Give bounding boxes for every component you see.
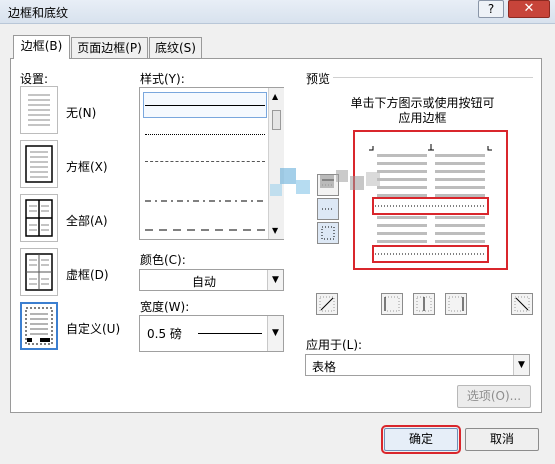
diagonal-up-button[interactable] [511,293,533,315]
preview-hint-line2: 应用边框 [398,111,447,125]
right-border-button[interactable] [445,293,467,315]
width-label: 宽度(W): [140,300,190,314]
cancel-button[interactable]: 取消 [465,428,539,451]
color-value: 自动 [191,275,216,289]
help-button[interactable]: ? [478,0,504,18]
tab-page-border[interactable]: 页面边框(P) [71,37,148,58]
preview-label: 预览 [306,72,331,86]
line-style-dotted[interactable] [145,134,265,135]
scroll-thumb[interactable] [272,110,281,130]
window-title: 边框和底纹 [8,6,69,20]
chevron-down-icon[interactable]: ▼ [267,270,283,290]
border-all-icon[interactable] [20,194,58,242]
border-none-icon[interactable] [20,86,58,134]
width-value: 0.5 磅 [147,327,182,341]
width-select[interactable]: 0.5 磅 ▼ [139,315,284,352]
setting-box-label[interactable]: 方框(X) [66,158,108,175]
scroll-down-icon[interactable]: ▼ [272,226,278,235]
watermark-blur [250,160,400,220]
diagonal-down-button[interactable] [316,293,338,315]
width-sample-line [198,333,262,334]
chevron-down-icon[interactable]: ▼ [267,316,283,351]
line-style-dash-dot[interactable] [145,192,265,206]
close-button[interactable]: ✕ [508,0,550,18]
options-button[interactable]: 选项(O)... [457,385,531,408]
setting-grid-label[interactable]: 虚框(D) [66,266,109,283]
setting-all-label[interactable]: 全部(A) [66,212,108,229]
preview-separator [333,77,533,78]
tab-shading[interactable]: 底纹(S) [149,37,202,58]
line-style-long-dash[interactable] [145,221,265,235]
line-style-solid[interactable] [145,105,265,106]
setting-custom-label[interactable]: 自定义(U) [66,320,120,337]
style-label: 样式(Y): [140,72,185,86]
apply-to-value: 表格 [312,360,337,374]
title-bar [0,0,555,24]
tab-borders[interactable]: 边框(B) [13,35,70,59]
bottom-border-button[interactable] [317,222,339,244]
left-border-button[interactable] [381,293,403,315]
color-select[interactable]: 自动 ▼ [139,269,284,291]
border-box-icon[interactable] [20,140,58,188]
apply-to-label: 应用于(L): [306,338,363,352]
ok-button[interactable]: 确定 [381,425,461,454]
apply-to-select[interactable]: 表格 ▼ [305,354,530,376]
scroll-up-icon[interactable]: ▲ [272,92,278,101]
color-label: 颜色(C): [140,253,186,267]
line-style-dashed[interactable] [145,161,265,162]
chevron-down-icon[interactable]: ▼ [513,355,529,375]
inside-vertical-button[interactable] [413,293,435,315]
border-custom-icon[interactable] [20,302,58,350]
settings-label: 设置: [20,72,49,86]
setting-none-label[interactable]: 无(N) [66,104,96,121]
border-grid-icon[interactable] [20,248,58,296]
